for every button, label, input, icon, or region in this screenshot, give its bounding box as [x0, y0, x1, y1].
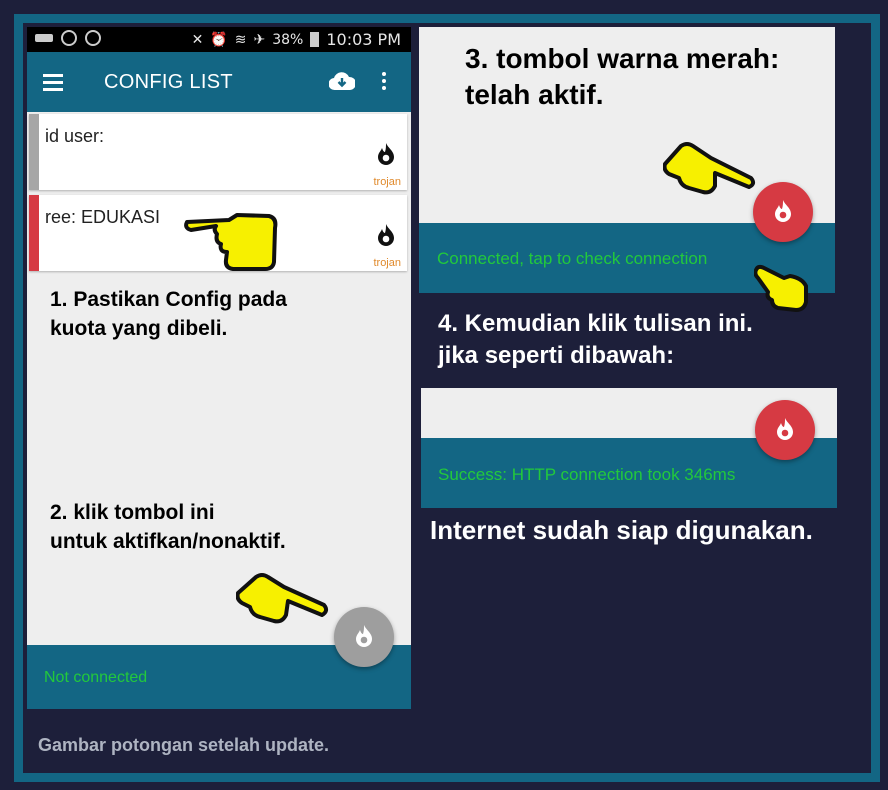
- flame-icon: [378, 224, 394, 246]
- sync-notification-icon: [85, 30, 101, 46]
- step4-line2: jika seperti dibawah:: [438, 342, 675, 370]
- step2-annotation: 2. klik tombol ini untuk aktifkan/nonakt…: [50, 498, 286, 557]
- step2-line2: untuk aktifkan/nonaktif.: [50, 530, 286, 554]
- battery-percent: 38%: [272, 31, 304, 48]
- flame-icon: [378, 143, 394, 165]
- step1-line1: 1. Pastikan Config pada: [50, 288, 287, 311]
- status-bar: ✕ ⏰ ≋ ✈ 38% 10:03 PM: [27, 27, 411, 52]
- config-name: id user:: [45, 126, 105, 146]
- connect-toggle-button[interactable]: [334, 607, 394, 667]
- image-caption: Gambar potongan setelah update.: [38, 735, 330, 755]
- phone-screen: ✕ ⏰ ≋ ✈ 38% 10:03 PM CONFIG LIST id user…: [27, 27, 411, 709]
- step2-line1: 2. klik tombol ini: [50, 501, 215, 524]
- airplane-icon: ✈: [253, 31, 266, 48]
- wifi-icon: ≋: [234, 31, 247, 48]
- step3-annotation: 3. tombol warna merah: telah aktif.: [465, 41, 779, 114]
- app-bar: CONFIG LIST: [27, 52, 411, 112]
- pointing-hand-icon: [754, 264, 808, 312]
- config-item[interactable]: id user: trojan: [29, 114, 407, 190]
- step4-annotation: 4. Kemudian klik tulisan ini. jika seper…: [438, 308, 753, 373]
- inactive-indicator: [29, 114, 39, 190]
- pointing-hand-icon: [236, 573, 329, 624]
- config-protocol: trojan: [373, 257, 401, 269]
- step4-line1: 4. Kemudian klik tulisan ini.: [438, 310, 753, 337]
- tutorial-frame: ✕ ⏰ ≋ ✈ 38% 10:03 PM CONFIG LIST id user…: [0, 0, 888, 790]
- active-indicator: [29, 195, 39, 271]
- connect-toggle-button-active[interactable]: [753, 182, 813, 242]
- cloud-download-icon[interactable]: [329, 70, 355, 92]
- step3-line2: telah aktif.: [465, 79, 604, 111]
- alarm-icon: ⏰: [210, 31, 228, 48]
- app-title: CONFIG LIST: [104, 71, 233, 93]
- clock: 10:03 PM: [326, 30, 401, 49]
- connection-status-text[interactable]: Connected, tap to check connection: [437, 249, 707, 269]
- menu-icon[interactable]: [43, 74, 63, 91]
- config-name: ree: EDUKASI: [45, 207, 161, 227]
- connection-status-text[interactable]: Success: HTTP connection took 346ms: [438, 465, 735, 485]
- step3-line1: 3. tombol warna merah:: [465, 43, 780, 74]
- flame-icon: [775, 200, 791, 222]
- vpn-key-icon: [35, 34, 53, 42]
- connection-status-text[interactable]: Not connected: [44, 669, 147, 687]
- step1-line2: kuota yang dibeli.: [50, 317, 228, 341]
- flame-icon: [356, 625, 372, 647]
- mute-icon: ✕: [191, 31, 204, 48]
- pointing-hand-icon: [184, 213, 278, 271]
- cloud-notification-icon: [61, 30, 77, 46]
- battery-icon: [310, 32, 320, 47]
- overflow-menu-icon[interactable]: [382, 72, 388, 93]
- active-state-panel: 3. tombol warna merah: telah aktif. Conn…: [419, 27, 835, 293]
- flame-icon: [777, 418, 793, 440]
- success-state-panel: Success: HTTP connection took 346ms: [421, 388, 837, 508]
- config-protocol: trojan: [373, 176, 401, 188]
- step1-annotation: 1. Pastikan Config pada kuota yang dibel…: [50, 285, 287, 344]
- connect-toggle-button-active[interactable]: [755, 400, 815, 460]
- final-annotation: Internet sudah siap digunakan.: [430, 515, 813, 545]
- pointing-hand-icon: [663, 142, 756, 195]
